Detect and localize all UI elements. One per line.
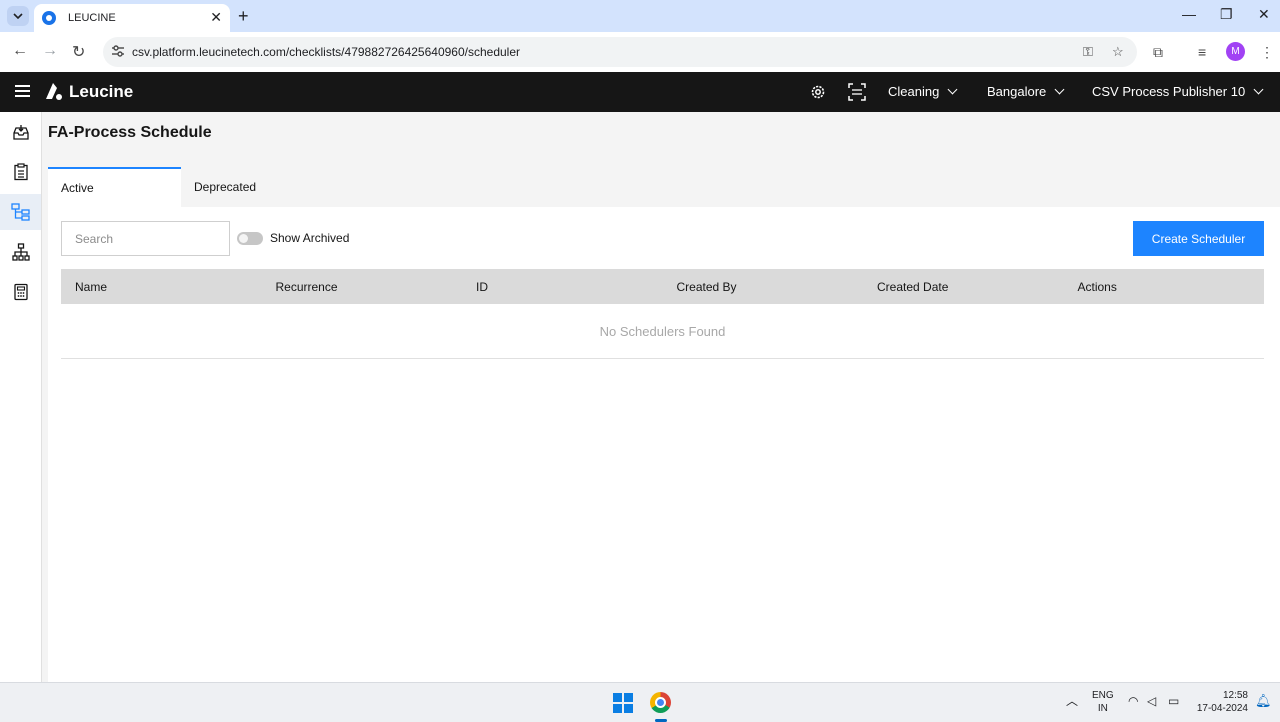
os-taskbar: ︿ ENG IN ◠ ◁ ▭ 12:58 17-04-2024 🔔︎ [0,682,1280,722]
url-text: csv.platform.leucinetech.com/checklists/… [132,45,521,59]
tray-overflow-chevron-icon[interactable]: ︿ [1066,695,1078,708]
sidebar-item-ontology[interactable] [0,234,41,270]
app-header: Leucine Cleaning Bangalore CSV Process P… [0,72,1280,112]
use-case-selector[interactable]: Cleaning [888,84,958,99]
chevron-down-icon [947,84,958,95]
tab-search-button[interactable] [7,6,29,26]
calculator-icon [13,283,28,301]
profile-avatar[interactable]: M [1226,42,1245,61]
clock-date: 17-04-2024 [1196,703,1248,714]
minimize-icon[interactable]: — [1182,6,1196,22]
password-key-icon[interactable]: ⚿ [1083,44,1093,60]
hierarchy-icon [11,243,30,261]
chevron-down-icon [1054,84,1065,95]
browser-toolbar: ← → ↻ csv.platform.leucinetech.com/check… [0,32,1280,72]
facility-label: Bangalore [987,84,1047,99]
table-header: Name Recurrence ID Created By Created Da… [61,269,1264,304]
browser-tab[interactable]: LEUCINE ✕ [34,4,230,32]
notification-bell-icon[interactable]: 🔔︎ [1255,694,1272,707]
close-tab-icon[interactable]: ✕ [210,9,222,26]
page-title: FA-Process Schedule [48,124,212,141]
show-archived-label: Show Archived [270,231,350,245]
sidebar-item-process[interactable] [0,194,41,230]
sidebar-item-inbox[interactable] [0,115,41,151]
column-header-created-date: Created Date [877,279,949,294]
user-menu[interactable]: CSV Process Publisher 10 [1092,84,1264,99]
browser-menu-icon[interactable]: ⋮ [1260,44,1274,61]
column-header-recurrence: Recurrence [275,279,338,294]
browser-tab-bar: LEUCINE ✕ + — ❐ ✕ [0,0,1280,32]
windows-start-icon[interactable] [613,693,633,713]
tab-deprecated[interactable]: Deprecated [181,167,331,207]
show-archived-toggle[interactable] [237,232,263,245]
wifi-icon[interactable]: ◠ [1128,695,1138,708]
column-header-id: ID [476,279,488,294]
main-content: FA-Process Schedule Active Deprecated Sh… [42,112,1280,682]
clock-time: 12:58 [1222,690,1248,701]
user-name: CSV Process Publisher 10 [1092,84,1246,99]
column-header-name: Name [75,279,108,294]
browser-tab-title: LEUCINE [68,12,116,24]
sidebar [0,112,42,682]
scheduler-panel: Show Archived Create Scheduler Name Recu… [48,207,1280,682]
settings-gear-icon[interactable] [808,82,828,102]
inbox-icon [12,125,29,140]
clipboard-icon [13,163,28,181]
logo-text: Leucine [69,82,134,101]
empty-state-message: No Schedulers Found [61,304,1264,359]
column-header-created-by: Created By [676,279,737,294]
facility-selector[interactable]: Bangalore [987,84,1065,99]
language-code: ENG [1092,690,1114,701]
back-arrow-icon[interactable]: ← [12,42,28,60]
use-case-label: Cleaning [888,84,940,99]
leucine-logo-icon [46,83,62,100]
extensions-icon[interactable]: ⧉ [1153,44,1163,61]
address-bar[interactable]: csv.platform.leucinetech.com/checklists/… [103,37,1137,67]
new-tab-icon[interactable]: + [238,6,249,27]
region-code: IN [1097,703,1108,714]
page-tabs: Active Deprecated [48,167,331,207]
chevron-down-icon [1253,84,1264,95]
create-scheduler-button[interactable]: Create Scheduler [1133,221,1264,256]
column-header-actions: Actions [1077,279,1117,294]
battery-icon[interactable]: ▭ [1168,695,1179,708]
speaker-icon[interactable]: ◁ [1147,695,1156,708]
site-info-icon[interactable] [111,44,125,58]
clock[interactable]: 12:58 17-04-2024 [1194,689,1248,715]
chevron-down-icon [13,13,23,19]
close-window-icon[interactable]: ✕ [1258,6,1270,23]
language-indicator[interactable]: ENG IN [1092,689,1114,715]
process-flow-icon [10,203,30,221]
sidebar-item-checklists[interactable] [0,154,41,190]
search-input[interactable] [61,221,230,256]
bookmark-star-icon[interactable]: ☆ [1112,44,1124,60]
tab-active[interactable]: Active [48,167,181,207]
forward-arrow-icon[interactable]: → [42,42,58,60]
reload-icon[interactable]: ↻ [72,42,85,62]
leucine-favicon-icon [42,11,56,25]
hamburger-menu-icon[interactable] [15,85,30,97]
media-controls-icon[interactable]: ≡ [1198,44,1206,60]
chrome-icon[interactable] [650,692,671,713]
scan-barcode-icon[interactable] [847,82,867,102]
restore-icon[interactable]: ❐ [1220,6,1233,23]
sidebar-item-reports[interactable] [0,274,41,310]
